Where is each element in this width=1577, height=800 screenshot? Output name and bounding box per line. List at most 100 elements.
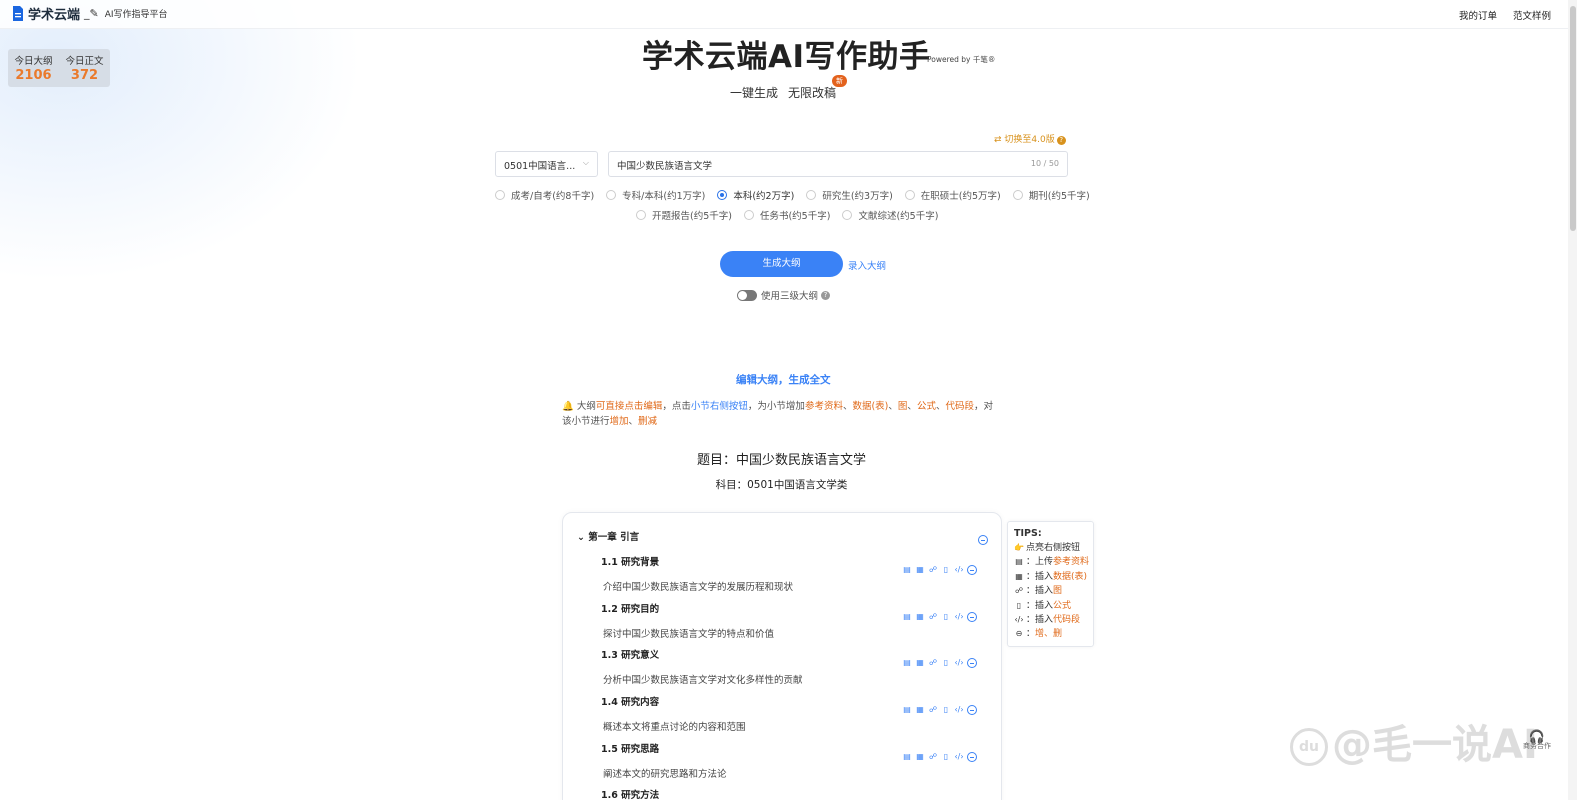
formula-icon[interactable]: ▯	[941, 658, 951, 668]
table-icon[interactable]: ▦	[915, 565, 925, 575]
help-icon[interactable]: ?	[821, 290, 831, 300]
code-icon[interactable]: ‹/›	[954, 658, 964, 668]
level-option[interactable]: 开题报告(约5千字)	[636, 208, 732, 222]
minus-circle-icon[interactable]	[967, 565, 977, 575]
topic-input-value: 中国少数民族语言文学	[617, 161, 713, 172]
level-option[interactable]: 专科/本科(约1万字)	[606, 188, 705, 202]
topic-input[interactable]: 中国少数民族语言文学 10 / 50	[608, 151, 1068, 177]
level-option-selected[interactable]: 本科(约2万字)	[717, 188, 794, 202]
formula-icon[interactable]: ▯	[941, 612, 951, 622]
customer-service-button[interactable]: 🎧 商务合作	[1517, 731, 1557, 751]
notice-highlight: 参考资料	[804, 401, 843, 412]
help-icon[interactable]: ?	[1056, 136, 1066, 145]
tip-text: ：插入	[1026, 614, 1054, 625]
radio-icon	[636, 210, 646, 220]
table-icon[interactable]: ▦	[915, 658, 925, 668]
outline-notice: 🔔 大纲可直接点击编辑，点击小节右侧按钮，为小节增加参考资料、数据(表)、图、公…	[562, 399, 1002, 429]
section-description[interactable]: 介绍中国少数民族语言文学的发展历程和现状	[601, 579, 991, 593]
minus-circle-icon[interactable]	[967, 752, 977, 762]
section-description[interactable]: 概述本文将重点讨论的内容和范围	[601, 719, 991, 733]
tip-highlight: 代码段	[1053, 614, 1081, 625]
chevron-down-icon[interactable]: ⌄	[577, 532, 588, 543]
formula-icon: ▯	[1016, 600, 1022, 610]
nav-sample-essays[interactable]: 范文样例	[1513, 8, 1551, 22]
radio-icon	[842, 210, 853, 220]
scrollbar[interactable]	[1568, 0, 1577, 800]
switch-version-link[interactable]: ⇄ 切换至4.0版?	[994, 132, 1066, 145]
stat-outline-value: 2106	[15, 68, 52, 83]
section-description[interactable]: 分析中国少数民族语言文学对文化多样性的贡献	[601, 672, 991, 686]
upload-doc-icon[interactable]: ▤	[902, 565, 912, 575]
diagram-icon[interactable]: ☍	[928, 705, 938, 715]
outline-section: 1.2 研究目的 探讨中国少数民族语言文学的特点和价值 ▤ ▦ ☍ ▯ ‹/›	[601, 601, 991, 640]
outline-card: ⌄ 第一章 引言 1.1 研究背景 介绍中国少数民族语言文学的发展历程和现状 ▤…	[562, 512, 1002, 800]
nav-my-orders[interactable]: 我的订单	[1459, 8, 1497, 22]
diagram-icon[interactable]: ☍	[928, 658, 938, 668]
table-icon[interactable]: ▦	[915, 705, 925, 715]
stat-outline: 今日大纲 2106	[14, 53, 52, 87]
subject-select[interactable]: 0501中国语言... ⌵	[495, 151, 598, 177]
code-icon[interactable]: ‹/›	[954, 565, 964, 575]
notice-text: ，为小节增加	[747, 401, 805, 412]
watermark: du @毛一说AI	[1290, 712, 1538, 770]
generate-outline-button[interactable]: 生成大纲	[720, 251, 843, 277]
diagram-icon[interactable]: ☍	[928, 752, 938, 762]
notice-highlight: 可直接点击编辑	[595, 401, 663, 412]
tips-title: TIPS:	[1014, 528, 1042, 539]
diagram-icon[interactable]: ☍	[928, 612, 938, 622]
formula-icon[interactable]: ▯	[941, 705, 951, 715]
code-icon[interactable]: ‹/›	[954, 752, 964, 762]
brand[interactable]: 学术云端 _✎ AI写作指导平台	[12, 4, 168, 23]
table-icon[interactable]: ▦	[915, 752, 925, 762]
scrollbar-thumb[interactable]	[1570, 6, 1576, 231]
upload-doc-icon[interactable]: ▤	[902, 705, 912, 715]
section-tools: ▤ ▦ ☍ ▯ ‹/›	[902, 565, 977, 575]
section-title[interactable]: 1.6 研究方法	[601, 787, 991, 800]
section-description[interactable]: 阐述本文的研究思路和方法论	[601, 766, 991, 780]
minus-circle-icon[interactable]	[967, 612, 977, 622]
paw-logo-icon: du	[1290, 728, 1328, 766]
formula-icon[interactable]: ▯	[941, 752, 951, 762]
code-icon[interactable]: ‹/›	[954, 705, 964, 715]
chapter-remove-button[interactable]	[978, 530, 988, 549]
minus-circle-icon[interactable]	[967, 705, 977, 715]
code-icon[interactable]: ‹/›	[954, 612, 964, 622]
radio-icon	[743, 210, 754, 220]
table-icon[interactable]: ▦	[915, 612, 925, 622]
diagram-icon[interactable]: ☍	[928, 565, 938, 575]
brand-logo-icon	[13, 6, 23, 21]
notice-text: 、	[628, 416, 639, 427]
level-option[interactable]: 研究生(约3万字)	[806, 188, 893, 202]
table-icon: ▦	[1015, 571, 1023, 581]
upload-doc-icon[interactable]: ▤	[902, 752, 912, 762]
watermark-text: @毛一说AI	[1332, 722, 1538, 768]
paper-title[interactable]: 题目：中国少数民族语言文学	[0, 449, 1563, 468]
notice-highlight: 图	[897, 401, 908, 412]
brand-name: 学术云端	[28, 8, 81, 23]
stat-body: 今日正文 372	[65, 53, 103, 87]
formula-icon[interactable]: ▯	[941, 565, 951, 575]
level-option[interactable]: 成考/自考(约8千字)	[495, 188, 594, 202]
tip-text: ：插入	[1026, 600, 1054, 611]
three-level-outline-toggle[interactable]	[737, 289, 757, 301]
level-option[interactable]: 任务书(约5千字)	[743, 208, 830, 222]
section-description[interactable]: 探讨中国少数民族语言文学的特点和价值	[601, 626, 991, 640]
notice-text: ，点击	[662, 401, 691, 412]
level-option-label: 专科/本科(约1万字)	[622, 191, 706, 202]
minus-circle-icon	[978, 535, 988, 545]
upload-doc-icon[interactable]: ▤	[902, 612, 912, 622]
chapter-title[interactable]: 第一章 引言	[588, 532, 639, 543]
chapter-heading[interactable]: ⌄ 第一章 引言	[577, 529, 639, 543]
outline-section: 1.6 研究方法	[601, 787, 991, 800]
notice-highlight: 数据(表)	[852, 401, 889, 412]
tip-item: ☍ ：插入图	[1014, 584, 1087, 598]
pen-icon: _✎	[84, 7, 99, 20]
import-outline-link[interactable]: 录入大纲	[848, 258, 886, 272]
tip-item: ▯ ：插入公式	[1014, 599, 1087, 613]
tip-text: ：	[1026, 629, 1036, 640]
level-option[interactable]: 文献综述(约5千字)	[842, 208, 938, 222]
minus-circle-icon[interactable]	[967, 658, 977, 668]
level-option[interactable]: 期刊(约5千字)	[1012, 188, 1090, 202]
level-option[interactable]: 在职硕士(约5万字)	[904, 188, 1001, 202]
upload-doc-icon[interactable]: ▤	[902, 658, 912, 668]
